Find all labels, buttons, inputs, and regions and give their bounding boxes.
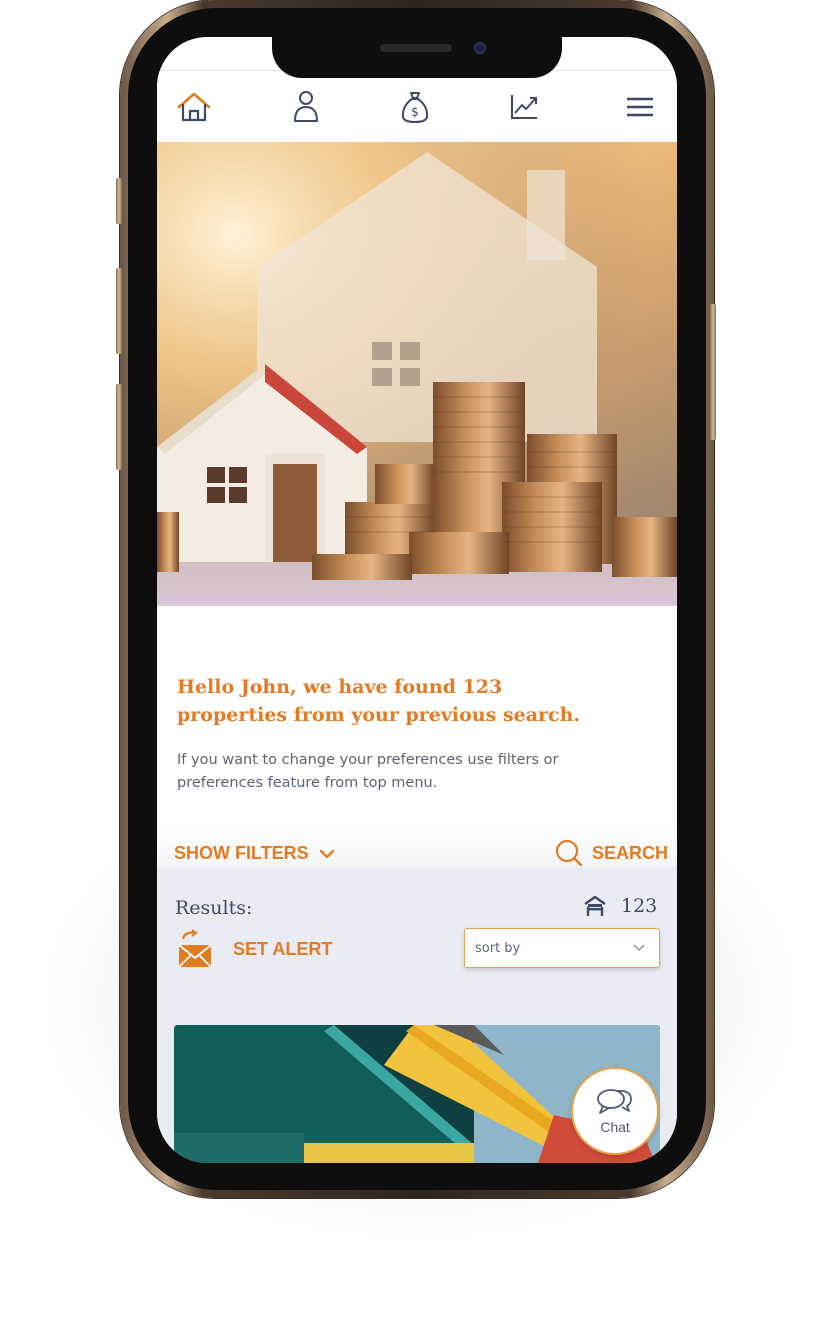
sort-by-select[interactable]: sort by bbox=[464, 928, 660, 968]
phone-notch bbox=[272, 26, 562, 78]
results-label: Results: bbox=[175, 897, 253, 919]
phone-screen: $ Hello John, we have found 123 properti… bbox=[157, 37, 677, 1163]
greeting-line: Hello John, we have found 123 bbox=[177, 676, 503, 698]
results-count: 123 bbox=[583, 895, 657, 917]
chat-bubbles-icon bbox=[597, 1089, 632, 1114]
nav-profile[interactable] bbox=[284, 85, 328, 129]
chevron-down-icon bbox=[319, 849, 334, 858]
hero-image bbox=[157, 142, 677, 606]
front-camera bbox=[474, 42, 486, 54]
side-button bbox=[116, 384, 122, 470]
envelope-alert-icon bbox=[178, 929, 212, 968]
menu-icon bbox=[627, 97, 653, 117]
nav-menu[interactable] bbox=[618, 85, 662, 129]
preferences-hint: If you want to change your preferences u… bbox=[177, 749, 607, 795]
sort-by-placeholder: sort by bbox=[475, 940, 521, 956]
show-filters-button[interactable]: SHOW FILTERS bbox=[174, 843, 335, 864]
side-button bbox=[116, 178, 122, 224]
speaker-grille bbox=[380, 44, 452, 52]
house-and-coins-illustration bbox=[157, 142, 677, 606]
nav-analytics[interactable] bbox=[502, 85, 546, 129]
show-filters-label: SHOW FILTERS bbox=[174, 843, 309, 863]
results-count-value: 123 bbox=[621, 895, 658, 917]
top-navigation: $ bbox=[157, 70, 677, 142]
greeting-heading: Hello John, we have found 123 properties… bbox=[177, 673, 617, 729]
greeting-line: properties from your previous search. bbox=[177, 704, 581, 726]
nav-finance[interactable]: $ bbox=[393, 85, 437, 129]
side-button bbox=[116, 268, 122, 354]
nav-home[interactable] bbox=[172, 85, 216, 129]
side-button bbox=[710, 304, 716, 440]
search-icon bbox=[555, 839, 583, 867]
user-icon bbox=[294, 91, 318, 122]
search-label: SEARCH bbox=[592, 842, 669, 863]
search-button[interactable]: SEARCH bbox=[554, 838, 668, 868]
chart-icon bbox=[511, 95, 537, 119]
house-count-icon bbox=[584, 895, 606, 916]
chevron-down-icon bbox=[633, 944, 645, 951]
chat-label: Chat bbox=[600, 1119, 630, 1135]
hint-line: preferences feature from top menu. bbox=[177, 775, 438, 791]
home-icon bbox=[177, 92, 211, 122]
set-alert-button[interactable]: SET ALERT bbox=[177, 929, 332, 969]
svg-text:$: $ bbox=[411, 105, 419, 119]
hint-line: If you want to change your preferences u… bbox=[177, 752, 559, 768]
set-alert-label: SET ALERT bbox=[233, 938, 333, 959]
chat-button[interactable]: Chat bbox=[571, 1067, 659, 1155]
money-bag-icon: $ bbox=[401, 92, 429, 123]
